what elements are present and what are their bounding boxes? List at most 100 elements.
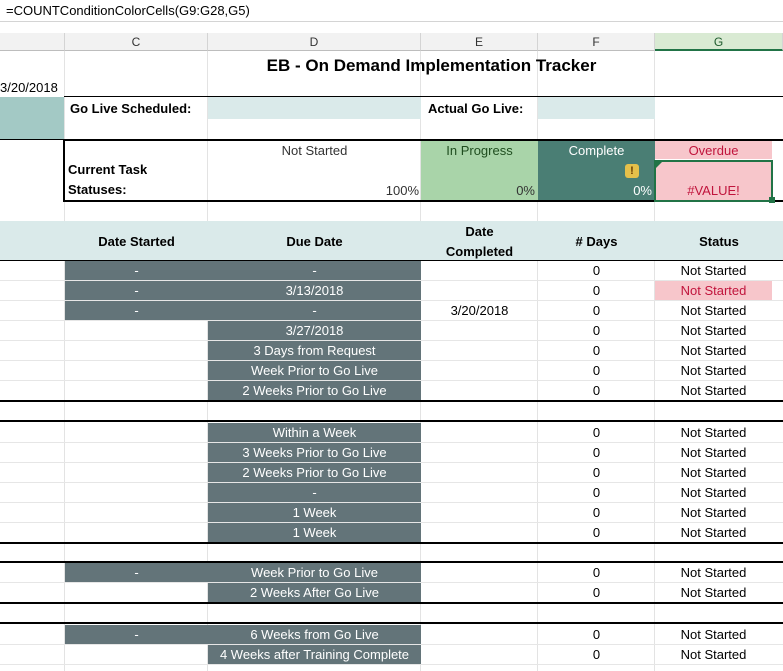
table-cell-started[interactable] [65,503,208,522]
header-date-started[interactable]: Date Started [65,232,208,252]
table-cell-started[interactable] [65,523,208,542]
table-cell-days[interactable]: 0 [538,361,655,380]
table-cell-completed[interactable] [421,281,538,300]
table-cell-status[interactable]: Not Started [655,261,772,280]
table-cell-status[interactable]: Not Started [655,301,772,320]
table-cell-due[interactable]: 3/27/2018 [208,321,421,340]
table-cell-due[interactable]: 1 Week [208,503,421,522]
table-cell-status[interactable]: Not Started [655,443,772,462]
table-cell-days[interactable]: 0 [538,261,655,280]
table-cell-started[interactable]: - [65,625,208,644]
table-cell-completed[interactable] [421,463,538,482]
table-cell-days[interactable]: 0 [538,281,655,300]
table-cell-days[interactable]: 0 [538,625,655,644]
table-cell-completed[interactable] [421,261,538,280]
table-cell-status[interactable]: Not Started [655,583,772,602]
table-cell-status[interactable]: Not Started [655,381,772,400]
table-cell-due[interactable]: 3 Days from Request [208,341,421,360]
table-cell-days[interactable]: 0 [538,523,655,542]
table-cell-days[interactable]: 0 [538,483,655,502]
column-header-d[interactable]: D [208,33,421,51]
table-cell-due[interactable]: 1 Week [208,523,421,542]
column-header-f[interactable]: F [538,33,655,51]
not-started-value[interactable]: 100% [208,182,419,200]
table-cell-started[interactable]: - [65,261,208,280]
table-cell-started[interactable]: - [65,281,208,300]
table-cell-started[interactable] [65,423,208,442]
table-cell-completed[interactable] [421,381,538,400]
table-cell-due[interactable]: - [208,261,421,280]
table-cell-due[interactable]: 2 Weeks After Go Live [208,583,421,602]
table-cell-completed[interactable] [421,563,538,582]
table-cell-status[interactable]: Not Started [655,341,772,360]
warning-icon[interactable]: ! [625,164,639,178]
table-cell-completed[interactable] [421,423,538,442]
column-header-c[interactable]: C [65,33,208,51]
table-cell-started[interactable] [65,381,208,400]
table-cell-due[interactable]: 2 Weeks Prior to Go Live [208,463,421,482]
table-cell-status[interactable]: Not Started [655,523,772,542]
table-cell-completed[interactable] [421,443,538,462]
table-cell-started[interactable] [65,583,208,602]
table-cell-due[interactable]: 4 Weeks after Training Complete [208,645,421,664]
table-cell-completed[interactable] [421,321,538,340]
table-cell-due[interactable]: 3/13/2018 [208,281,421,300]
table-cell-status[interactable]: Not Started [655,645,772,664]
table-cell-days[interactable]: 0 [538,301,655,320]
table-cell-status[interactable]: Not Started [655,423,772,442]
date-cell[interactable]: 3/20/2018 [0,79,58,97]
table-cell-completed[interactable] [421,341,538,360]
header-days[interactable]: # Days [538,232,655,252]
table-cell-due[interactable]: - [208,301,421,320]
table-cell-due[interactable]: Within a Week [208,423,421,442]
table-cell-status[interactable]: Not Started [655,483,772,502]
table-cell-started[interactable] [65,443,208,462]
table-cell-due[interactable]: 6 Weeks from Go Live [208,625,421,644]
table-cell-status[interactable]: Not Started [655,321,772,340]
table-cell-started[interactable] [65,341,208,360]
table-cell-completed[interactable] [421,625,538,644]
table-cell-completed[interactable] [421,503,538,522]
table-cell-started[interactable]: - [65,563,208,582]
table-cell-completed[interactable] [421,361,538,380]
table-cell-days[interactable]: 0 [538,645,655,664]
table-cell-due[interactable]: 2 Weeks Prior to Go Live [208,381,421,400]
column-header-b[interactable] [0,33,65,51]
formula-bar[interactable]: =COUNTConditionColorCells(G9:G28,G5) [0,0,783,22]
header-due-date[interactable]: Due Date [208,232,421,252]
table-cell-started[interactable] [65,321,208,340]
table-cell-status[interactable]: Not Started [655,625,772,644]
header-date-completed-line1[interactable]: Date [421,223,538,241]
table-cell-completed[interactable] [421,483,538,502]
table-cell-days[interactable]: 0 [538,463,655,482]
table-cell-status[interactable]: Not Started [655,463,772,482]
table-cell-started[interactable]: - [65,301,208,320]
table-cell-started[interactable] [65,483,208,502]
table-cell-days[interactable]: 0 [538,341,655,360]
column-header-g[interactable]: G [655,33,783,51]
table-cell-status[interactable]: Not Started [655,563,772,582]
column-header-e[interactable]: E [421,33,538,51]
table-cell-due[interactable]: Week Prior to Go Live [208,563,421,582]
actual-go-live-input[interactable] [538,97,655,119]
table-cell-status[interactable]: Not Started [655,361,772,380]
table-cell-days[interactable]: 0 [538,503,655,522]
table-cell-completed[interactable] [421,523,538,542]
table-cell-due[interactable]: Week Prior to Go Live [208,361,421,380]
table-cell-days[interactable]: 0 [538,563,655,582]
table-cell-status[interactable]: Not Started [655,503,772,522]
table-cell-days[interactable]: 0 [538,321,655,340]
status-key-cell[interactable] [0,97,64,119]
table-cell-started[interactable] [65,361,208,380]
table-cell-completed[interactable]: 3/20/2018 [421,301,538,320]
table-cell-started[interactable] [65,463,208,482]
table-cell-status-overdue[interactable]: Not Started [655,281,772,300]
table-cell-completed[interactable] [421,583,538,602]
header-status[interactable]: Status [655,232,783,252]
table-cell-due[interactable]: - [208,483,421,502]
go-live-scheduled-input[interactable] [208,97,421,119]
table-cell-started[interactable] [65,645,208,664]
table-cell-days[interactable]: 0 [538,583,655,602]
table-cell-days[interactable]: 0 [538,381,655,400]
table-cell-days[interactable]: 0 [538,443,655,462]
